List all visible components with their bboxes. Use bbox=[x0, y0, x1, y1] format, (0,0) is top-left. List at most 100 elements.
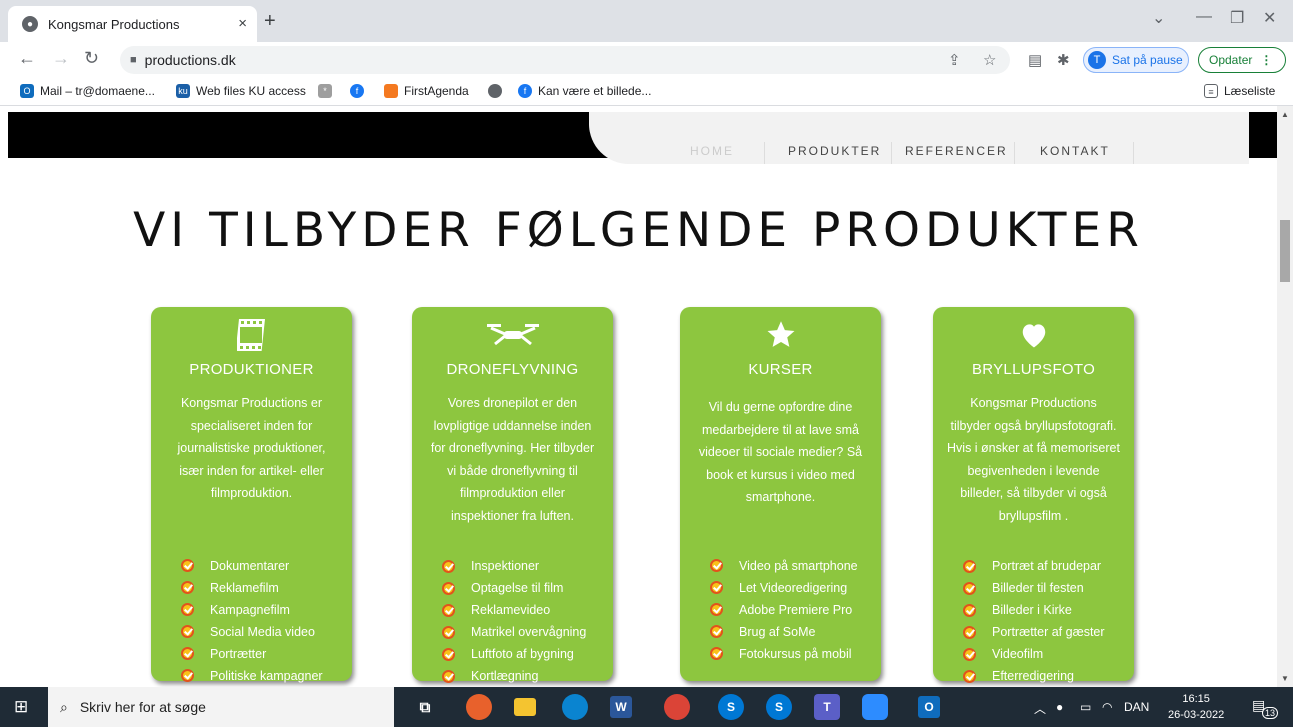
list-item: Billeder i Kirke bbox=[963, 599, 1134, 621]
forward-icon[interactable]: → bbox=[52, 48, 70, 69]
list-item-label: Kampagnefilm bbox=[210, 602, 290, 617]
address-bar[interactable]: ■ productions.dk bbox=[120, 46, 1010, 74]
nav-kontakt[interactable]: KONTAKT bbox=[1040, 144, 1110, 158]
back-icon[interactable]: ← bbox=[18, 48, 36, 69]
reload-icon[interactable]: ↻ bbox=[84, 48, 99, 69]
list-item: Let Videoredigering bbox=[710, 577, 881, 599]
tab-search-icon[interactable]: ⌄ bbox=[1152, 8, 1165, 28]
bookmark-firstagenda[interactable]: FirstAgenda bbox=[384, 84, 469, 98]
check-icon bbox=[442, 625, 455, 639]
bookmark-facebook-image[interactable]: f Kan være et billede... bbox=[518, 84, 651, 98]
chrome-icon[interactable] bbox=[664, 694, 690, 720]
new-tab-button[interactable]: + bbox=[264, 10, 276, 33]
card-droneflyvning: DRONEFLYVNING Vores dronepilot er den lo… bbox=[412, 307, 613, 683]
scroll-down-icon[interactable]: ▼ bbox=[1281, 674, 1289, 683]
teams-icon[interactable]: T bbox=[814, 694, 840, 720]
word-icon[interactable]: W bbox=[610, 696, 632, 718]
desc-line: Kongsmar Productions er bbox=[180, 396, 323, 410]
list-item: Social Media video bbox=[181, 621, 352, 643]
list-item-label: Luftfoto af bygning bbox=[471, 647, 574, 661]
restore-icon[interactable]: ❐ bbox=[1230, 8, 1244, 28]
list-item-label: Billeder til festen bbox=[992, 581, 1084, 595]
list-item-label: Videofilm bbox=[992, 647, 1044, 661]
desc-line: videoer til sociale medier? Så bbox=[698, 445, 863, 459]
scrollbar-thumb[interactable] bbox=[1280, 220, 1290, 282]
card-title: DRONEFLYVNING bbox=[446, 361, 579, 378]
check-icon bbox=[442, 669, 455, 683]
desc-line: specialiseret inden for bbox=[190, 418, 313, 433]
list-item: Reklamevideo bbox=[442, 599, 613, 621]
list-item: Inspektioner bbox=[442, 555, 613, 577]
firefox-icon[interactable] bbox=[466, 694, 492, 720]
bookmark-facebook[interactable]: f bbox=[350, 84, 370, 98]
bookmark-star-icon[interactable]: ☆ bbox=[983, 51, 996, 69]
taskbar-search[interactable]: ⌕ Skriv her for at søge bbox=[48, 687, 394, 727]
nav-home[interactable]: HOME bbox=[690, 144, 734, 158]
wifi-icon[interactable]: ◠ bbox=[1102, 700, 1112, 714]
list-item-label: Adobe Premiere Pro bbox=[739, 602, 853, 617]
list-item-label: Inspektioner bbox=[471, 559, 540, 573]
windows-start-icon[interactable]: ⊞ bbox=[14, 697, 28, 717]
edge-icon[interactable] bbox=[562, 694, 588, 720]
lock-icon: ■ bbox=[130, 54, 137, 66]
globe-icon bbox=[488, 84, 502, 98]
share-icon[interactable]: ⇪ bbox=[948, 51, 961, 69]
reading-list[interactable]: ≡ Læseliste bbox=[1204, 84, 1275, 98]
desc-line: book et kursus i video med bbox=[706, 467, 855, 482]
list-item: Billeder til festen bbox=[963, 577, 1134, 599]
close-window-icon[interactable]: ✕ bbox=[1263, 8, 1276, 28]
desc-line: tilbyder også bryllupsfotografi. bbox=[950, 418, 1117, 433]
list-item: Portrætter bbox=[181, 643, 352, 665]
task-view-icon[interactable]: ⧉ bbox=[412, 694, 438, 720]
tray-chevron-icon[interactable]: ︿ bbox=[1034, 700, 1046, 717]
avatar: T bbox=[1088, 51, 1106, 69]
taskbar-clock[interactable]: 16:15 26-03-2022 bbox=[1168, 691, 1224, 723]
check-icon bbox=[181, 581, 194, 594]
search-icon: ⌕ bbox=[60, 698, 68, 715]
file-explorer-icon[interactable] bbox=[514, 698, 536, 716]
list-item-label: Reklamefilm bbox=[210, 580, 279, 595]
outlook-icon[interactable]: O bbox=[918, 696, 940, 718]
facebook-icon: f bbox=[350, 84, 364, 98]
skype-business-icon[interactable]: S bbox=[766, 694, 792, 720]
list-item: Reklamefilm bbox=[181, 577, 352, 599]
list-item: Politiske kampagner bbox=[181, 665, 352, 687]
nav-referencer[interactable]: REFERENCER bbox=[905, 144, 1008, 158]
check-icon bbox=[710, 581, 723, 594]
scroll-up-icon[interactable]: ▲ bbox=[1281, 110, 1289, 119]
site-nav: HOME PRODUKTER REFERENCER KONTAKT bbox=[589, 112, 1249, 164]
battery-icon[interactable]: ▭ bbox=[1080, 700, 1091, 714]
globe-icon: ● bbox=[22, 16, 38, 32]
close-tab-icon[interactable]: × bbox=[238, 15, 247, 32]
card-kurser: KURSER Vil du gerne opfordre dine medarb… bbox=[680, 307, 881, 681]
nav-produkter[interactable]: PRODUKTER bbox=[788, 144, 881, 158]
check-icon bbox=[710, 603, 723, 616]
update-button[interactable]: Opdater ⋮ bbox=[1198, 47, 1286, 73]
desc-line: smartphone. bbox=[745, 490, 816, 504]
page-scrollbar[interactable]: ▲ ▼ bbox=[1277, 106, 1293, 687]
bookmark-globe[interactable] bbox=[488, 84, 508, 98]
profile-button[interactable]: T Sat på pause bbox=[1083, 47, 1189, 73]
bookmark-ku[interactable]: ku Web files KU access bbox=[176, 84, 306, 98]
list-item-label: Dokumentarer bbox=[210, 558, 290, 573]
desc-line: for droneflyvning. Her tilbyder bbox=[430, 441, 595, 455]
desc-line: Kongsmar Productions bbox=[970, 396, 1097, 410]
minimize-icon[interactable]: — bbox=[1196, 8, 1212, 26]
zoom-icon[interactable] bbox=[862, 694, 888, 720]
skype-icon[interactable]: S bbox=[718, 694, 744, 720]
tray-app-icon[interactable]: ● bbox=[1056, 700, 1063, 714]
tab-kongsmar[interactable]: ● Kongsmar Productions × bbox=[8, 6, 257, 42]
facebook-icon: f bbox=[518, 84, 532, 98]
check-icon bbox=[963, 603, 976, 617]
language-indicator[interactable]: DAN bbox=[1124, 700, 1149, 714]
bookmark-label: Mail – tr@domaene... bbox=[40, 84, 155, 98]
reading-list-label: Læseliste bbox=[1224, 84, 1276, 98]
reader-icon[interactable]: ▤ bbox=[1028, 51, 1042, 69]
extensions-icon[interactable]: ✱ bbox=[1057, 51, 1070, 69]
list-item: Matrikel overvågning bbox=[442, 621, 613, 643]
windows-taskbar: ⊞ ⌕ Skriv her for at søge ⧉ W S S T O ︿ … bbox=[0, 687, 1293, 727]
check-icon bbox=[442, 647, 455, 661]
bookmark-logo[interactable]: * bbox=[318, 84, 338, 98]
bookmark-mail[interactable]: O Mail – tr@domaene... bbox=[20, 84, 155, 98]
desc-line: især inden for artikel- eller bbox=[179, 463, 324, 478]
